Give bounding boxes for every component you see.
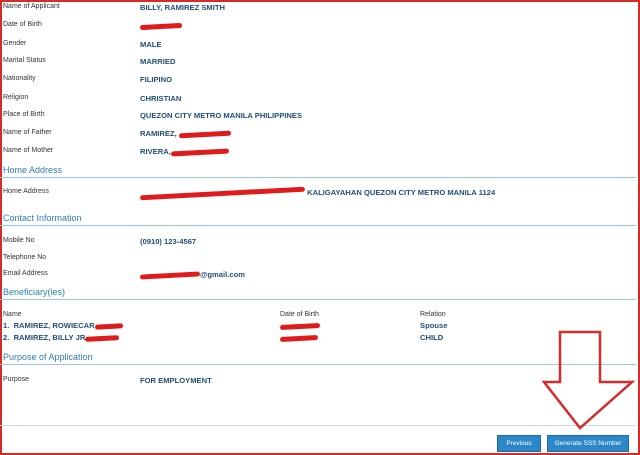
beneficiary-dob-header: Date of Birth — [280, 311, 319, 318]
beneficiary-relation: Spouse — [420, 321, 448, 330]
down-arrow-icon — [541, 330, 636, 430]
purpose-label: Purpose — [3, 376, 30, 383]
mother-name-text: RIVERA, — [140, 147, 171, 156]
beneficiary-dob — [279, 321, 321, 330]
telephone-label: Telephone No — [3, 254, 47, 261]
mother-name-value: RIVERA, — [140, 147, 229, 157]
mobile-label: Mobile No — [3, 237, 35, 244]
row-number: 2. — [3, 333, 10, 342]
redaction-mark — [279, 334, 319, 342]
marital-status-value: MARRIED — [140, 57, 176, 66]
name-label: Name of Applicant — [3, 3, 60, 10]
mother-name-label: Name of Mother — [3, 147, 54, 154]
place-of-birth-label: Place of Birth — [3, 111, 45, 118]
redaction-mark — [94, 322, 123, 330]
purpose-value: FOR EMPLOYMENT — [140, 376, 212, 385]
gender-label: Gender — [3, 40, 27, 47]
father-name-value: RAMIREZ, — [140, 129, 231, 138]
dob-value — [139, 21, 183, 30]
row-number: 1. — [3, 321, 10, 330]
beneficiary-relation: CHILD — [420, 333, 444, 342]
home-address-section-title: Home Address — [3, 165, 63, 175]
contact-section-title: Contact Information — [3, 213, 82, 223]
beneficiary-name: RAMIREZ, ROWIECAR — [13, 321, 95, 330]
section-divider — [0, 177, 636, 178]
previous-button[interactable]: Previous — [497, 435, 541, 452]
beneficiaries-section-title: Beneficiary(ies) — [3, 287, 66, 297]
beneficiary-relation-header: Relation — [420, 311, 446, 318]
generate-sss-number-button[interactable]: Generate SSS Number — [547, 435, 629, 452]
religion-value: CHRISTIAN — [140, 94, 182, 103]
nationality-value: FILIPINO — [140, 75, 173, 84]
nationality-label: Nationality — [3, 75, 36, 82]
place-of-birth-value: QUEZON CITY METRO MANILA PHILIPPINES — [140, 111, 303, 120]
home-address-label: Home Address — [3, 188, 49, 195]
marital-status-label: Marital Status — [3, 57, 46, 64]
father-name-text: RAMIREZ, — [140, 129, 177, 138]
redaction-mark — [85, 334, 120, 342]
home-address-text: KALIGAYAHAN QUEZON CITY METRO MANILA 112… — [307, 188, 496, 197]
beneficiary-name-header: Name — [3, 311, 22, 318]
purpose-section-title: Purpose of Application — [3, 352, 93, 362]
email-text: @gmail.com — [200, 270, 245, 279]
beneficiary-name: RAMIREZ, BILLY JR — [13, 333, 86, 342]
religion-label: Religion — [3, 94, 29, 101]
beneficiary-row: 2. RAMIREZ, BILLY JR — [3, 333, 120, 342]
dob-label: Date of Birth — [3, 21, 42, 28]
section-divider — [0, 299, 636, 300]
beneficiary-row: 1. RAMIREZ, ROWIECAR — [3, 321, 123, 330]
home-address-value: KALIGAYAHAN QUEZON CITY METRO MANILA 112… — [139, 186, 496, 200]
redaction-mark — [279, 322, 321, 330]
email-value: @gmail.com — [139, 270, 245, 280]
redaction-mark — [139, 270, 201, 280]
redaction-mark — [170, 147, 229, 157]
gender-value: MALE — [140, 40, 162, 49]
father-name-label: Name of Father — [3, 129, 52, 136]
redaction-mark — [139, 22, 183, 30]
beneficiary-dob — [279, 333, 319, 342]
section-divider — [0, 225, 636, 226]
redaction-mark — [178, 130, 231, 138]
name-value: BILLY, RAMIREZ SMITH — [140, 3, 225, 12]
mobile-value: (0910) 123-4567 — [140, 237, 197, 246]
email-label: Email Address — [3, 270, 48, 277]
